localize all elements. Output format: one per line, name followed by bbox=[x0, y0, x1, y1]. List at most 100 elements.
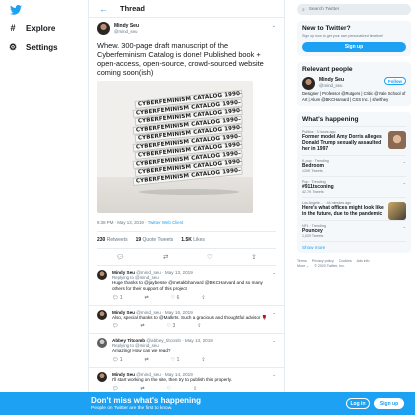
reply-tweet[interactable]: Mindy Seu @mind_seu · May 13, 2019 Reply… bbox=[89, 266, 284, 306]
trend-item[interactable]: Politics · 3 hours ago Former model Amy … bbox=[302, 125, 406, 155]
reply-body: Mindy Seu @mind_seu · May 16, 2019 Also,… bbox=[112, 310, 276, 330]
trend-thumbnail bbox=[388, 130, 406, 149]
retweet-icon[interactable]: ⇄ bbox=[163, 253, 168, 261]
search-input[interactable]: ⌕ Search Twitter bbox=[297, 4, 411, 15]
like-count: 1 bbox=[176, 357, 180, 364]
like-icon[interactable]: ♡ 6 bbox=[171, 295, 180, 301]
tweet-photo[interactable]: CYBERFEMINISM CATALOG 1990–2020 CYBERFEM… bbox=[97, 81, 253, 213]
chevron-down-icon[interactable]: ⌄ bbox=[272, 23, 276, 29]
share-icon[interactable]: ⇪ bbox=[201, 357, 205, 363]
footer-link[interactable]: Ads info bbox=[357, 259, 370, 263]
show-more-link[interactable]: Show more bbox=[302, 240, 406, 250]
tweet-client-link[interactable]: Twitter Web Client bbox=[148, 220, 184, 225]
tweet-actions: 💬︎ ⇄ ♡ ⇪ bbox=[97, 248, 276, 266]
signup-banner: Don't miss what's happening People on Tw… bbox=[0, 392, 415, 415]
retweets-stat[interactable]: 230 Retweets bbox=[97, 237, 128, 243]
avatar[interactable] bbox=[97, 309, 107, 320]
relevant-person: Mindy Seu @mind_seu Follow bbox=[302, 77, 406, 91]
left-nav: # Explore ⚙ Settings bbox=[0, 0, 88, 415]
hashtag-icon: # bbox=[10, 23, 16, 33]
search-placeholder: Search Twitter bbox=[308, 7, 340, 12]
nav-explore[interactable]: # Explore bbox=[8, 23, 55, 33]
signup-button[interactable]: Sign up bbox=[302, 42, 406, 53]
share-icon[interactable]: ⇪ bbox=[201, 295, 205, 301]
trend-count: 1,029 Tweets bbox=[302, 233, 324, 238]
reply-count: 1 bbox=[119, 294, 123, 301]
nav-settings-label: Settings bbox=[26, 43, 58, 52]
like-icon[interactable]: ♡ 1 bbox=[171, 357, 180, 363]
reply-text: Huge thanks to @jaybesse @metakbharvard … bbox=[112, 280, 263, 291]
chevron-down-icon[interactable]: ⌄ bbox=[272, 372, 276, 378]
avatar[interactable] bbox=[302, 77, 315, 91]
banner-title: Don't miss what's happening bbox=[91, 396, 202, 405]
banner-signup-button[interactable]: Sign up bbox=[374, 398, 404, 409]
relevant-people-title: Relevant people bbox=[302, 66, 353, 74]
page-title: Thread bbox=[120, 4, 146, 13]
chevron-down-icon[interactable]: ⌄ bbox=[403, 224, 406, 229]
back-arrow-icon[interactable]: ← bbox=[99, 4, 108, 14]
chevron-down-icon[interactable]: ⌄ bbox=[272, 338, 276, 344]
quotes-stat[interactable]: 19 Quote Tweets bbox=[136, 237, 174, 243]
replies-list: Mindy Seu @mind_seu · May 13, 2019 Reply… bbox=[89, 266, 284, 397]
whats-happening-title: What's happening bbox=[302, 115, 359, 123]
nav-settings[interactable]: ⚙ Settings bbox=[8, 42, 58, 53]
avatar[interactable] bbox=[97, 22, 110, 35]
share-icon[interactable]: ⇪ bbox=[197, 323, 201, 329]
chevron-down-icon[interactable]: ⌄ bbox=[272, 310, 276, 316]
relevant-handle[interactable]: @mind_seu bbox=[319, 83, 344, 88]
retweet-icon[interactable]: ⇄ bbox=[145, 295, 149, 301]
twitter-logo-icon[interactable] bbox=[10, 4, 24, 18]
trend-thumbnail bbox=[388, 201, 406, 220]
footer-link[interactable]: Terms bbox=[297, 259, 307, 263]
reply-count: 1 bbox=[119, 357, 123, 364]
tweet-meta: 9:38 PM · May 13, 2019 · Twitter Web Cli… bbox=[97, 220, 276, 225]
trend-count: 42.7K Tweets bbox=[302, 189, 324, 194]
likes-label: Likes bbox=[193, 237, 205, 243]
reply-icon[interactable]: 💬︎ bbox=[112, 323, 118, 329]
avatar[interactable] bbox=[97, 372, 107, 383]
chevron-down-icon[interactable]: ⌄ bbox=[403, 180, 406, 185]
retweet-icon[interactable]: ⇄ bbox=[140, 323, 144, 329]
reply-text: Also, special thanks to @Malkrts. Such a… bbox=[112, 314, 268, 320]
trend-item[interactable]: NFL · Trending Pouncey 1,029 Tweets ⌄ bbox=[302, 219, 406, 241]
reply-icon[interactable]: 💬︎ bbox=[116, 253, 124, 261]
whats-happening-card: What's happening Politics · 3 hours ago … bbox=[297, 111, 411, 253]
trend-item[interactable]: Pop · Trending #911tsconing 42.7K Tweets… bbox=[302, 175, 406, 197]
quotes-count: 19 bbox=[135, 237, 142, 243]
reply-icon[interactable]: 💬︎ 1 bbox=[112, 295, 123, 301]
reply-icon[interactable]: 💬︎ 1 bbox=[112, 357, 123, 363]
like-icon[interactable]: ♡ 3 bbox=[167, 323, 176, 329]
retweets-count: 230 bbox=[97, 237, 106, 243]
reply-handle[interactable]: @mind_seu · May 16, 2019 bbox=[136, 310, 193, 315]
likes-count: 1.5K bbox=[181, 237, 192, 243]
relevant-people-card: Relevant people Mindy Seu @mind_seu Foll… bbox=[297, 62, 411, 106]
retweet-icon[interactable]: ⇄ bbox=[145, 357, 149, 363]
nav-explore-label: Explore bbox=[26, 23, 56, 33]
reply-text: I'll start working on the site, then try… bbox=[112, 377, 233, 383]
share-icon[interactable]: ⇪ bbox=[251, 253, 256, 261]
trend-count: 120K Tweets bbox=[302, 168, 323, 173]
chevron-down-icon[interactable]: ⌄ bbox=[403, 159, 406, 164]
like-icon[interactable]: ♡ bbox=[207, 253, 213, 261]
footer-link[interactable]: More ⌄ bbox=[297, 264, 309, 268]
trend-item[interactable]: Los Angele… · 44 minutes ago Here's what… bbox=[302, 196, 406, 220]
tweet-time[interactable]: 9:38 PM · May 13, 2019 · bbox=[97, 220, 148, 225]
avatar[interactable] bbox=[97, 270, 107, 280]
author-handle[interactable]: @mind_seu bbox=[114, 29, 139, 34]
footer-link[interactable]: Cookies bbox=[339, 259, 352, 263]
main-tweet: Mindy Seu @mind_seu ⌄ Whew. 300-page dra… bbox=[89, 18, 284, 266]
follow-button[interactable]: Follow bbox=[384, 77, 406, 86]
likes-stat[interactable]: 1.5K Likes bbox=[181, 237, 205, 243]
chevron-down-icon[interactable]: ⌄ bbox=[272, 270, 276, 276]
banner-subtitle: People on Twitter are the first to know. bbox=[91, 406, 173, 411]
avatar[interactable] bbox=[97, 338, 107, 349]
reply-author[interactable]: Mindy Seu bbox=[112, 310, 135, 315]
reply-actions: 💬︎ 1 ⇄ ♡ 6 ⇪ bbox=[112, 295, 276, 301]
reply-tweet[interactable]: Mindy Seu @mind_seu · May 16, 2019 Also,… bbox=[89, 306, 284, 335]
login-button[interactable]: Log in bbox=[346, 398, 370, 409]
book-stack: CYBERFEMINISM CATALOG 1990–2020 CYBERFEM… bbox=[132, 89, 243, 186]
trends-list: Politics · 3 hours ago Former model Amy … bbox=[302, 125, 406, 241]
trend-item[interactable]: K-pop · Trending Bedroom 120K Tweets ⌄ bbox=[302, 154, 406, 176]
reply-tweet[interactable]: Abbey Titcomb @abbey_titcomb · May 13, 2… bbox=[89, 334, 284, 369]
footer-link[interactable]: Privacy policy bbox=[312, 259, 334, 263]
